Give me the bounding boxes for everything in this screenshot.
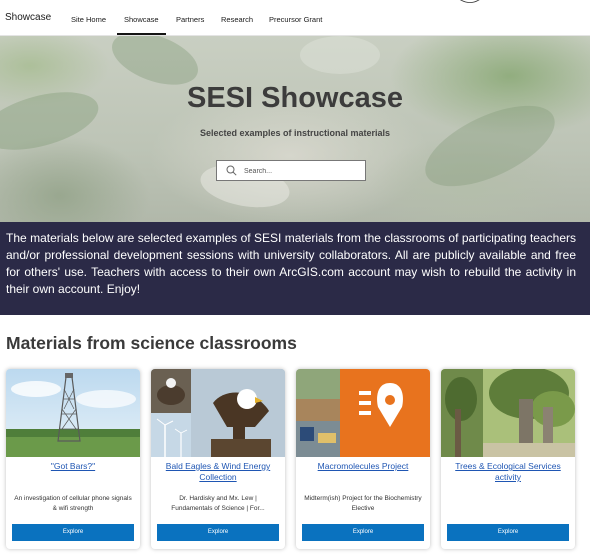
page-subtitle: Selected examples of instructional mater…: [199, 128, 391, 138]
logo-icon: [459, 0, 480, 3]
nav-showcase[interactable]: Showcase: [117, 15, 166, 35]
card-thumbnail[interactable]: [151, 369, 285, 457]
card-macromolecules[interactable]: Macromolecules Project Midterm(ish) Proj…: [296, 369, 430, 549]
card-thumbnail[interactable]: [6, 369, 140, 457]
card-trees-ecological[interactable]: Trees & Ecological Services activity Exp…: [441, 369, 575, 549]
search-icon: [226, 165, 237, 176]
hero-banner: SESI Showcase Selected examples of instr…: [0, 36, 590, 222]
top-nav: Showcase Site Home Showcase Partners Res…: [0, 0, 590, 36]
search-input[interactable]: [244, 164, 362, 178]
explore-button[interactable]: Explore: [12, 524, 134, 541]
nav-precursor-grant[interactable]: Precursor Grant: [269, 15, 322, 24]
explore-button[interactable]: Explore: [157, 524, 279, 541]
card-title[interactable]: Macromolecules Project: [300, 461, 426, 472]
nav-research[interactable]: Research: [221, 15, 253, 24]
card-description: An investigation of cellular phone signa…: [14, 495, 132, 512]
bald-eagle-collage-image: [151, 369, 285, 457]
card-description: Dr. Hardisky and Mx. Lew | Fundamentals …: [171, 495, 265, 512]
site-brand[interactable]: Showcase: [5, 12, 51, 23]
nav-site-home[interactable]: Site Home: [71, 15, 106, 24]
card-title[interactable]: "Got Bars?": [10, 461, 136, 472]
hero-flower: [300, 36, 380, 74]
card-description: Midterm(ish) Project for the Biochemistr…: [304, 495, 422, 512]
explore-button[interactable]: Explore: [302, 524, 424, 541]
nav-partners[interactable]: Partners: [176, 15, 204, 24]
card-thumbnail[interactable]: [441, 369, 575, 457]
card-got-bars[interactable]: "Got Bars?" An investigation of cellular…: [6, 369, 140, 549]
card-bald-eagles[interactable]: Bald Eagles & Wind Energy Collection Dr.…: [151, 369, 285, 549]
cell-tower-image: [6, 369, 140, 457]
trees-image: [441, 369, 575, 457]
intro-text: The materials below are selected example…: [6, 231, 576, 296]
card-thumbnail[interactable]: [296, 369, 430, 457]
section-title: Materials from science classrooms: [6, 333, 297, 353]
intro-band: The materials below are selected example…: [0, 222, 590, 315]
search-box[interactable]: [216, 160, 366, 181]
card-title[interactable]: Trees & Ecological Services activity: [445, 461, 571, 483]
card-title[interactable]: Bald Eagles & Wind Energy Collection: [155, 461, 281, 483]
page-title: SESI Showcase: [187, 82, 403, 114]
story-map-tile-image: [296, 369, 430, 457]
explore-button[interactable]: Explore: [447, 524, 569, 541]
